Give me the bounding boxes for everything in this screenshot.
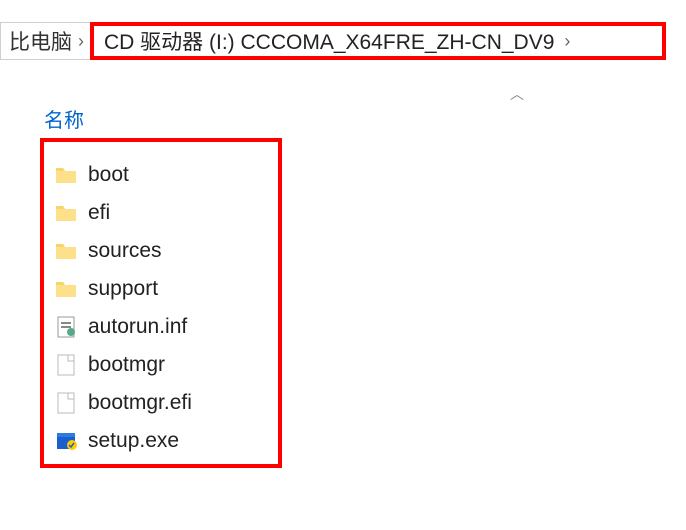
list-item[interactable]: sources xyxy=(54,232,268,270)
list-item[interactable]: setup.exe xyxy=(54,422,268,460)
list-item[interactable]: efi xyxy=(54,194,268,232)
list-item[interactable]: support xyxy=(54,270,268,308)
sort-ascending-icon[interactable]: ︿ xyxy=(510,84,524,104)
file-name: boot xyxy=(88,163,129,187)
chevron-right-icon: › xyxy=(558,31,576,52)
file-name: bootmgr.efi xyxy=(88,391,192,415)
folder-icon xyxy=(54,201,78,225)
breadcrumb-root[interactable]: 比电脑 › xyxy=(0,22,98,60)
list-item[interactable]: bootmgr xyxy=(54,346,268,384)
inf-file-icon xyxy=(54,315,78,339)
breadcrumb-root-label: 比电脑 xyxy=(9,26,72,56)
breadcrumb-current-path[interactable]: CD 驱动器 (I:) CCCOMA_X64FRE_ZH-CN_DV9 › xyxy=(90,22,666,60)
file-name: setup.exe xyxy=(88,429,179,453)
file-name: support xyxy=(88,277,158,301)
folder-icon xyxy=(54,163,78,187)
file-list: boot efi sources support autorun.inf boo… xyxy=(40,138,282,468)
file-icon xyxy=(54,391,78,415)
chevron-right-icon: › xyxy=(72,31,90,52)
file-name: bootmgr xyxy=(88,353,165,377)
file-name: autorun.inf xyxy=(88,315,187,339)
folder-icon xyxy=(54,239,78,263)
list-item[interactable]: boot xyxy=(54,156,268,194)
setup-exe-icon xyxy=(54,429,78,453)
file-name: efi xyxy=(88,201,110,225)
column-header-name[interactable]: 名称 xyxy=(44,104,84,133)
file-icon xyxy=(54,353,78,377)
breadcrumb-current-label: CD 驱动器 (I:) CCCOMA_X64FRE_ZH-CN_DV9 xyxy=(104,26,554,56)
list-item[interactable]: autorun.inf xyxy=(54,308,268,346)
file-name: sources xyxy=(88,239,162,263)
list-item[interactable]: bootmgr.efi xyxy=(54,384,268,422)
folder-icon xyxy=(54,277,78,301)
